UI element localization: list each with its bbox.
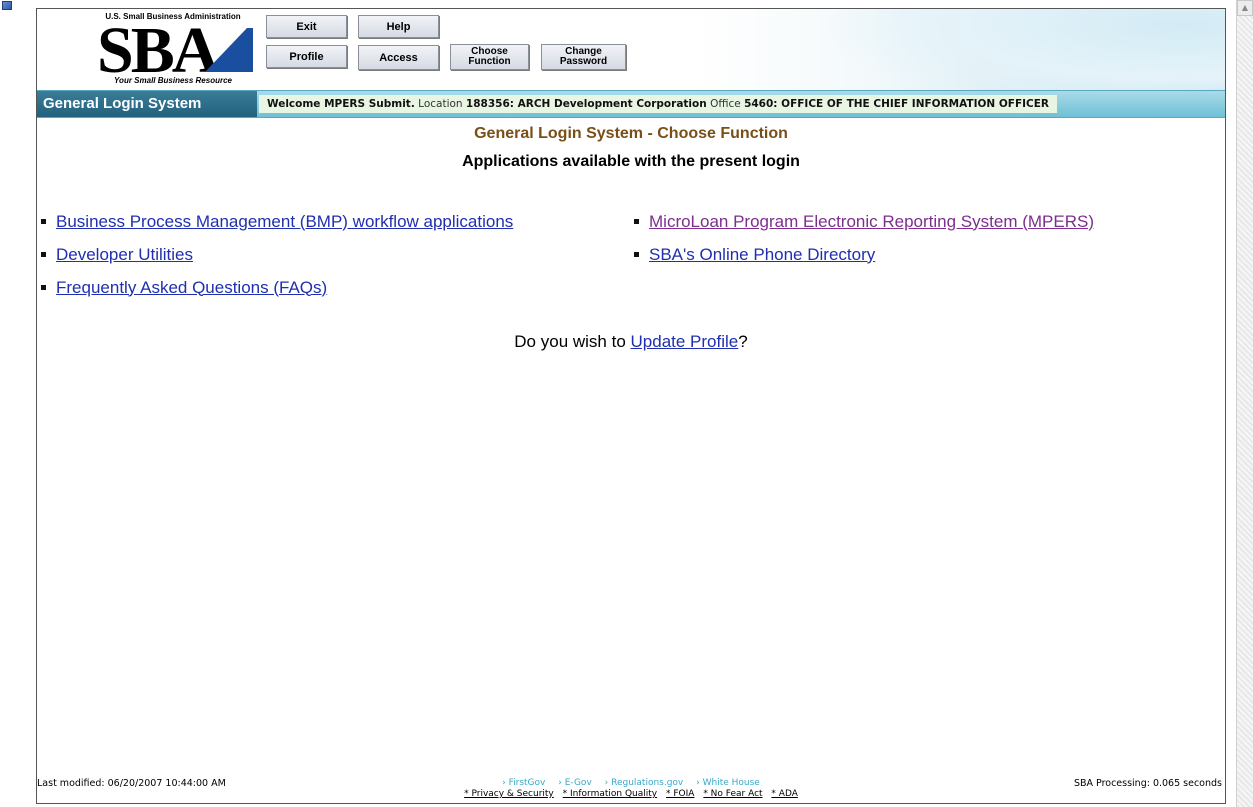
scroll-up-arrow-icon[interactable]: ▲: [1237, 0, 1253, 16]
faqs-link[interactable]: Frequently Asked Questions (FAQs): [56, 278, 327, 298]
profile-button-label: Profile: [289, 50, 324, 63]
exit-button[interactable]: Exit: [266, 15, 347, 38]
phone-directory-link[interactable]: SBA's Online Phone Directory: [649, 245, 875, 265]
sba-logo: U.S. Small Business Administration SBA Y…: [87, 12, 259, 88]
access-button[interactable]: Access: [358, 45, 439, 70]
list-item: Developer Utilities: [41, 238, 513, 271]
office-value: 5460: OFFICE OF THE CHIEF INFORMATION OF…: [744, 98, 1050, 110]
update-profile-prompt: Do you wish to Update Profile?: [37, 332, 1225, 352]
bullet-icon: [41, 252, 46, 257]
bmp-workflow-link[interactable]: Business Process Management (BMP) workfl…: [56, 212, 513, 232]
sba-logo-mark-icon: SBA: [97, 22, 253, 74]
update-suffix: ?: [738, 332, 748, 351]
welcome-user: Welcome MPERS Submit.: [267, 98, 415, 110]
change-password-label-2: Password: [559, 56, 608, 67]
ada-link[interactable]: * ADA: [771, 789, 797, 799]
header: U.S. Small Business Administration SBA Y…: [37, 9, 1225, 90]
page-frame: U.S. Small Business Administration SBA Y…: [36, 8, 1226, 804]
list-item: SBA's Online Phone Directory: [634, 238, 1094, 271]
location-value: 188356: ARCH Development Corporation: [465, 98, 707, 110]
applications-list-left: Business Process Management (BMP) workfl…: [41, 205, 513, 304]
access-button-label: Access: [379, 51, 418, 64]
page-icon: [2, 1, 12, 10]
update-prefix: Do you wish to: [514, 332, 631, 351]
header-decoration: [817, 9, 1225, 90]
bullet-icon: [41, 219, 46, 224]
applications-list-right: MicroLoan Program Electronic Reporting S…: [634, 205, 1094, 271]
egov-link[interactable]: › E-Gov: [558, 778, 592, 788]
logo-tagline: Your Small Business Resource: [114, 76, 232, 85]
list-item: Frequently Asked Questions (FAQs): [41, 271, 513, 304]
vertical-scrollbar[interactable]: ▲: [1236, 0, 1253, 807]
bullet-icon: [41, 285, 46, 290]
bullet-icon: [634, 219, 639, 224]
processing-time: SBA Processing: 0.065 seconds: [1073, 778, 1222, 789]
help-button[interactable]: Help: [358, 15, 439, 38]
whitehouse-link[interactable]: › White House: [696, 778, 760, 788]
logo-letters: SBA: [97, 22, 220, 74]
information-quality-link[interactable]: * Information Quality: [563, 789, 657, 799]
firstgov-link[interactable]: › FirstGov: [502, 778, 545, 788]
mpers-link[interactable]: MicroLoan Program Electronic Reporting S…: [649, 212, 1094, 232]
location-label: Location: [418, 98, 463, 110]
update-profile-link[interactable]: Update Profile: [631, 332, 739, 351]
developer-utilities-link[interactable]: Developer Utilities: [56, 245, 193, 265]
welcome-message: Welcome MPERS Submit. Location 188356: A…: [259, 95, 1058, 113]
change-password-button[interactable]: Change Password: [541, 44, 626, 70]
no-fear-act-link[interactable]: * No Fear Act: [703, 789, 762, 799]
office-label: Office: [710, 98, 741, 110]
info-bar: General Login System Welcome MPERS Submi…: [37, 90, 1225, 118]
page-subtitle: Applications available with the present …: [462, 153, 800, 170]
footer-links: › FirstGov › E-Gov › Regulations.gov › W…: [37, 778, 1225, 800]
choose-function-button[interactable]: Choose Function: [450, 44, 529, 70]
footer-gov-links: › FirstGov › E-Gov › Regulations.gov › W…: [37, 778, 1225, 789]
logo-agency-name: U.S. Small Business Administration: [105, 12, 241, 21]
foia-link[interactable]: * FOIA: [666, 789, 694, 799]
page-title: General Login System - Choose Function: [474, 125, 788, 142]
bullet-icon: [634, 252, 639, 257]
privacy-link[interactable]: * Privacy & Security: [464, 789, 554, 799]
choose-function-label-2: Function: [468, 56, 511, 67]
regulations-link[interactable]: › Regulations.gov: [605, 778, 684, 788]
list-item: Business Process Management (BMP) workfl…: [41, 205, 513, 238]
system-name: General Login System: [37, 91, 257, 117]
exit-button-label: Exit: [296, 20, 317, 33]
list-item: MicroLoan Program Electronic Reporting S…: [634, 205, 1094, 238]
footer-policy-links: * Privacy & Security * Information Quali…: [37, 789, 1225, 800]
profile-button[interactable]: Profile: [266, 45, 347, 68]
help-button-label: Help: [386, 20, 411, 33]
